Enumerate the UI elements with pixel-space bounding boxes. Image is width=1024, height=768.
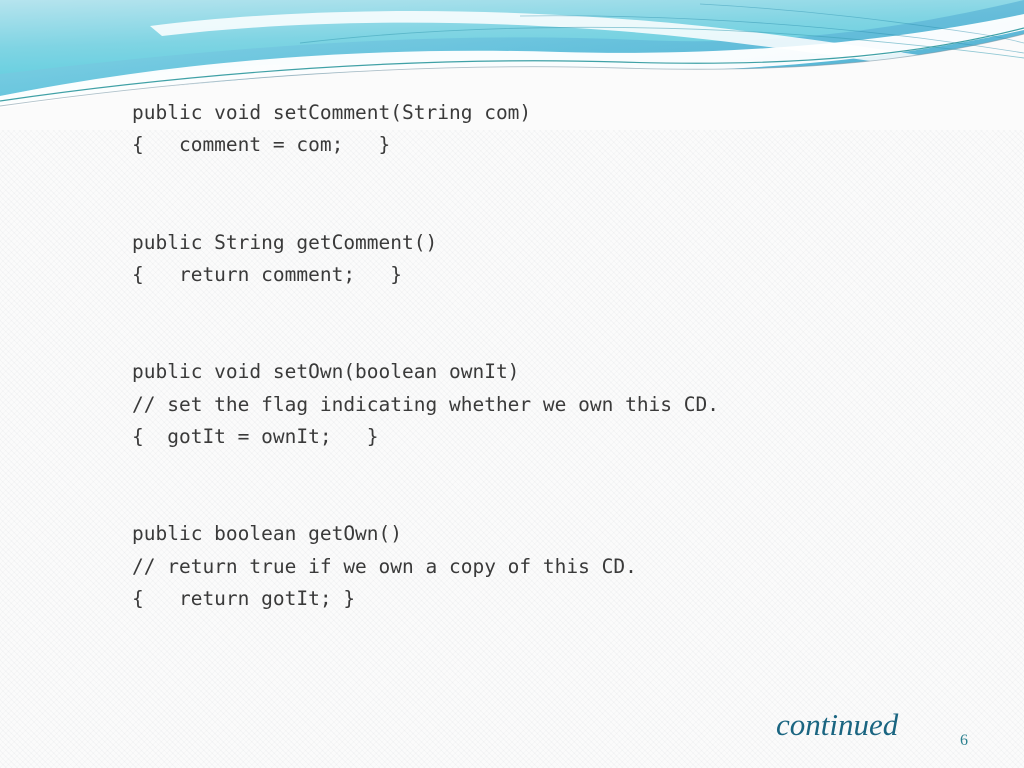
code-line: { return gotIt; } (132, 587, 356, 611)
code-line: { comment = com; } (132, 133, 391, 157)
code-line: public boolean getOwn() (132, 522, 403, 546)
code-block-get-comment: public String getComment() { return comm… (132, 227, 992, 292)
code-line: public void setOwn(boolean ownIt) (132, 360, 520, 384)
page-number: 6 (960, 732, 968, 749)
block-separator (132, 453, 992, 518)
block-separator (132, 291, 992, 356)
block-separator (132, 162, 992, 227)
code-content: public void setComment(String com) { com… (132, 97, 992, 615)
code-line: { gotIt = ownIt; } (132, 425, 379, 449)
continued-label: continued (776, 707, 899, 742)
code-line-comment: // set the flag indicating whether we ow… (132, 392, 719, 416)
code-block-set-own: public void setOwn(boolean ownIt) // set… (132, 356, 992, 453)
slide: public void setComment(String com) { com… (0, 0, 1024, 768)
code-block-set-comment: public void setComment(String com) { com… (132, 97, 992, 162)
code-line-comment: // return true if we own a copy of this … (132, 554, 637, 578)
code-line: public void setComment(String com) (132, 101, 532, 124)
code-line: { return comment; } (132, 263, 403, 287)
code-block-get-own: public boolean getOwn() // return true i… (132, 518, 992, 615)
code-line: public String getComment() (132, 230, 438, 254)
